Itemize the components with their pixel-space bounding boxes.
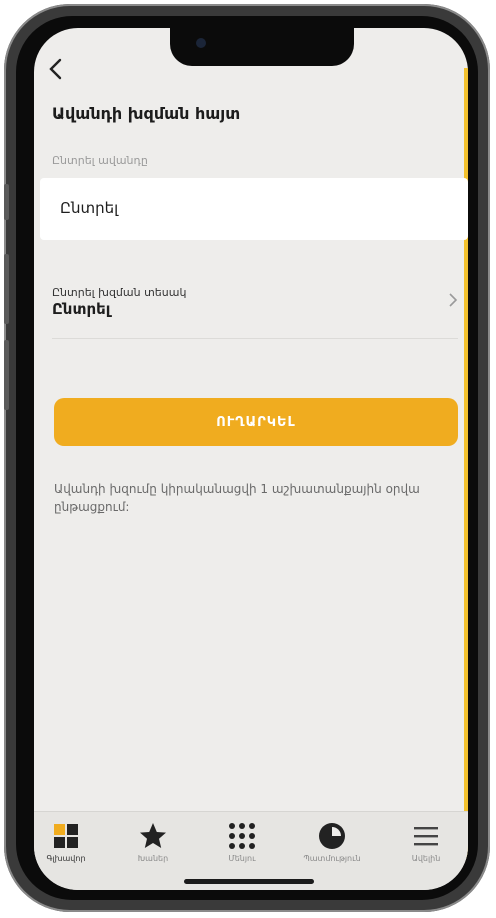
tab-label: Գլխավոր [46, 854, 86, 863]
chevron-left-icon[interactable] [48, 58, 62, 85]
phone-frame: Ավանդի խզման հայտ Ընտրել ավանդը Ընտրել Ը… [4, 4, 490, 912]
termination-type-select[interactable]: Ընտրել խզման տեսակ Ընտրել [52, 286, 458, 339]
tab-more[interactable]: Ավելին [386, 820, 466, 863]
send-button[interactable]: ՈՒՂԱՐԿԵԼ [54, 398, 458, 446]
dots-grid-icon [202, 820, 282, 852]
star-icon [113, 820, 193, 852]
mute-switch [4, 184, 9, 220]
front-camera [196, 38, 206, 48]
home-indicator [184, 879, 314, 884]
notch [170, 28, 354, 66]
deposit-select[interactable]: Ընտրել [40, 178, 468, 240]
termination-type-label: Ընտրել խզման տեսակ [52, 286, 187, 299]
info-note: Ավանդի խզումը կիրականացվի 1 աշխատանքային… [54, 482, 420, 514]
volume-down-button [4, 340, 9, 410]
tab-label: Պատմություն [303, 854, 361, 863]
grid-icon [34, 820, 106, 852]
tab-label: Ավելին [411, 854, 441, 863]
clock-icon [292, 820, 372, 852]
tab-favorites[interactable]: Խաներ [113, 820, 193, 863]
tab-menu[interactable]: Մենյու [202, 820, 282, 863]
page-title: Ավանդի խզման հայտ [52, 104, 241, 123]
app-screen: Ավանդի խզման հայտ Ընտրել ավանդը Ընտրել Ը… [34, 28, 468, 890]
deposit-field-label: Ընտրել ավանդը [52, 154, 148, 167]
volume-up-button [4, 254, 9, 324]
tab-home[interactable]: Գլխավոր [34, 820, 106, 863]
tab-history[interactable]: Պատմություն [292, 820, 372, 863]
chevron-right-icon [448, 292, 458, 313]
termination-type-value: Ընտրել [52, 300, 111, 318]
menu-icon [386, 820, 466, 852]
tab-label: Մենյու [228, 854, 256, 863]
tab-bar: Գլխավոր Խաներ Մենյու Պատմություն Ավելին [34, 811, 468, 890]
deposit-select-value: Ընտրել [60, 199, 119, 217]
tab-label: Խաներ [137, 854, 169, 863]
